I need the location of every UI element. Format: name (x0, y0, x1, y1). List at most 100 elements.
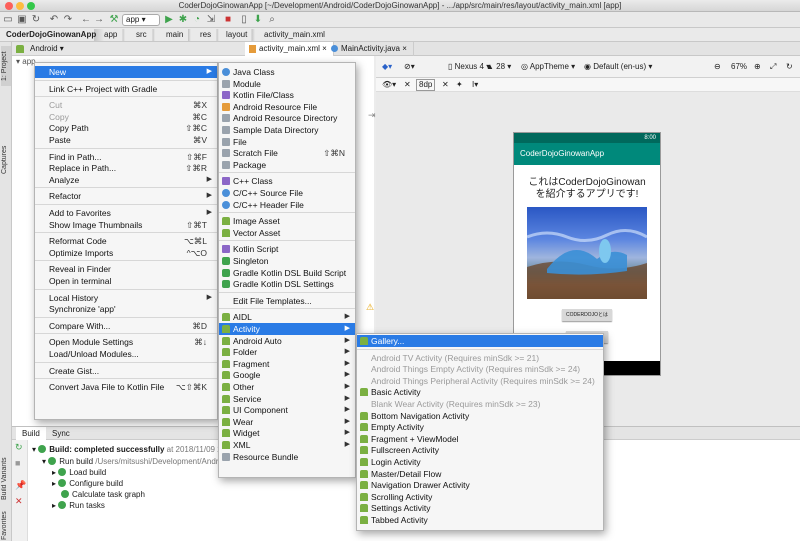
menu-item-show-image-thumbnails[interactable]: Show Image Thumbnails ⇧⌘T (35, 219, 217, 231)
menu-item-paste[interactable]: Paste ⌘V (35, 134, 217, 146)
guidelines-icon[interactable]: I▾ (472, 79, 478, 91)
menu-item-ui-component[interactable]: UI Component ▶ (219, 404, 355, 416)
menu-item-replace-in-path[interactable]: Replace in Path... ⇧⌘R (35, 162, 217, 174)
breadcrumb-item[interactable]: src (132, 29, 155, 41)
menu-item-vector-asset[interactable]: Vector Asset (219, 227, 355, 239)
run-config-select[interactable]: app ▾ (122, 14, 160, 26)
breadcrumb-item[interactable]: activity_main.xml (260, 29, 333, 41)
menu-item-find-in-path[interactable]: Find in Path... ⇧⌘F (35, 151, 217, 163)
pin-icon[interactable]: 📌 (15, 480, 26, 491)
sync-icon[interactable]: ↻ (30, 14, 42, 26)
menu-item-link-c-project-with-gradle[interactable]: Link C++ Project with Gradle (35, 83, 217, 95)
menu-item-sample-data-directory[interactable]: Sample Data Directory (219, 124, 355, 136)
breadcrumb-item[interactable]: CoderDojoGinowanApp (2, 29, 105, 41)
default-margin-select[interactable]: 8dp (416, 79, 436, 91)
device-select[interactable]: ▯ Nexus 4 ▾ (448, 61, 490, 73)
menu-item-analyze[interactable]: Analyze ▶ (35, 174, 217, 186)
menu-item-xml[interactable]: XML ▶ (219, 439, 355, 451)
refresh-icon[interactable]: ↻ (786, 61, 793, 73)
menu-item-settings-activity[interactable]: Settings Activity (357, 502, 603, 514)
menu-item-empty-activity[interactable]: Empty Activity (357, 421, 603, 433)
menu-item-android-resource-file[interactable]: Android Resource File (219, 101, 355, 113)
menu-item-edit-file-templates[interactable]: Edit File Templates... (219, 295, 355, 307)
view-options-icon[interactable]: 👁▾ (382, 79, 396, 91)
redo-icon[interactable]: ↷ (62, 14, 74, 26)
menu-item-open-in-terminal[interactable]: Open in terminal (35, 275, 217, 287)
menu-item-fragment-viewmodel[interactable]: Fragment + ViewModel (357, 433, 603, 445)
menu-item-local-history[interactable]: Local History ▶ (35, 292, 217, 304)
preview-image[interactable] (526, 207, 648, 299)
tab-build[interactable]: Build (16, 427, 46, 440)
build-status-row[interactable]: ▾ Build: completed successfully at 2018/… (32, 444, 226, 455)
save-icon[interactable]: ▣ (16, 14, 28, 26)
breadcrumb-item[interactable]: layout (222, 29, 256, 41)
menu-item-load-unload-modules[interactable]: Load/Unload Modules... (35, 348, 217, 360)
forward-icon[interactable]: → (93, 14, 105, 26)
menu-item-convert-java-file-to-kotlin-file[interactable]: Convert Java File to Kotlin File ⌥⇧⌘K (35, 381, 217, 393)
menu-item-android-resource-directory[interactable]: Android Resource Directory (219, 112, 355, 124)
menu-item-create-gist[interactable]: Create Gist... (35, 365, 217, 377)
menu-item-reveal-in-finder[interactable]: Reveal in Finder (35, 263, 217, 275)
panel-collapse-icon[interactable]: ⇥ (368, 110, 376, 121)
back-icon[interactable]: ← (80, 14, 92, 26)
debug-icon[interactable]: ✱ (177, 14, 189, 26)
menu-item-wear[interactable]: Wear ▶ (219, 416, 355, 428)
project-tool-tab[interactable]: 1: Project (1, 46, 11, 86)
autoconnect-icon[interactable]: ✕ (404, 79, 411, 91)
breadcrumb-item[interactable]: res (196, 29, 220, 41)
menu-item-kotlin-script[interactable]: Kotlin Script (219, 243, 355, 255)
build-variants-tool-tab[interactable]: Build Variants (1, 454, 11, 504)
menu-item-navigation-drawer-activity[interactable]: Navigation Drawer Activity (357, 479, 603, 491)
theme-select[interactable]: ◎ AppTheme ▾ (521, 61, 575, 73)
menu-item-google[interactable]: Google ▶ (219, 369, 355, 381)
menu-item-c-class[interactable]: C++ Class (219, 175, 355, 187)
close-panel-icon[interactable]: ✕ (15, 496, 23, 507)
menu-item-gallery[interactable]: Gallery... (357, 335, 603, 347)
menu-item-resource-bundle[interactable]: Resource Bundle (219, 451, 355, 463)
make-project-icon[interactable]: ⚒ (108, 14, 120, 26)
coderdojo-button[interactable]: CODERDOJOとは (562, 309, 612, 321)
menu-item-bottom-navigation-activity[interactable]: Bottom Navigation Activity (357, 410, 603, 422)
profile-icon[interactable]: ◔ (191, 14, 203, 26)
menu-item-add-to-favorites[interactable]: Add to Favorites ▶ (35, 207, 217, 219)
avd-manager-icon[interactable]: ▯ (238, 14, 250, 26)
tree-root-app[interactable]: ▾ app (16, 57, 36, 66)
orientation-icon[interactable]: ⊘▾ (404, 61, 415, 73)
menu-item-open-module-settings[interactable]: Open Module Settings ⌘↓ (35, 336, 217, 348)
stop-build-icon[interactable]: ■ (15, 458, 20, 468)
build-step-row[interactable]: ▸ Load build (52, 467, 106, 478)
menu-item-login-activity[interactable]: Login Activity (357, 456, 603, 468)
menu-item-package[interactable]: Package (219, 159, 355, 171)
open-folder-icon[interactable]: ▭ (2, 14, 14, 26)
breadcrumb-item[interactable]: app (100, 29, 126, 41)
menu-item-optimize-imports[interactable]: Optimize Imports ^⌥O (35, 247, 217, 259)
undo-icon[interactable]: ↶ (48, 14, 60, 26)
stop-icon[interactable]: ■ (222, 14, 234, 26)
menu-item-aidl[interactable]: AIDL ▶ (219, 311, 355, 323)
menu-item-singleton[interactable]: Singleton (219, 255, 355, 267)
tab-sync[interactable]: Sync (46, 427, 76, 440)
captures-tool-tab[interactable]: Captures (1, 138, 11, 182)
menu-item-copy-path[interactable]: Copy Path ⇧⌘C (35, 122, 217, 134)
menu-item-widget[interactable]: Widget ▶ (219, 427, 355, 439)
layers-icon[interactable]: ◆▾ (382, 61, 392, 73)
warning-icon[interactable]: ⚠ (366, 302, 374, 313)
clear-constraints-icon[interactable]: ✕ (442, 79, 449, 91)
sdk-manager-icon[interactable]: ⬇ (252, 14, 264, 26)
favorites-tool-tab[interactable]: Favorites (1, 511, 11, 540)
zoom-in-icon[interactable]: ⊕ (754, 61, 761, 73)
attach-debugger-icon[interactable]: ⇲ (205, 14, 217, 26)
menu-item-gradle-kotlin-dsl-build-script[interactable]: Gradle Kotlin DSL Build Script (219, 267, 355, 279)
run-build-row[interactable]: ▾ Run build /Users/mitsushi/Development/… (42, 456, 218, 467)
menu-item-java-class[interactable]: Java Class (219, 66, 355, 78)
build-step-row[interactable]: ▸ Configure build (52, 478, 123, 489)
menu-item-service[interactable]: Service ▶ (219, 393, 355, 405)
menu-item-image-asset[interactable]: Image Asset (219, 215, 355, 227)
api-select[interactable]: ▲ 28 ▾ (486, 61, 511, 73)
menu-item-android-auto[interactable]: Android Auto ▶ (219, 335, 355, 347)
menu-item-c-c-header-file[interactable]: C/C++ Header File (219, 199, 355, 211)
search-everywhere-icon[interactable]: ⌕ (266, 14, 278, 26)
menu-item-refactor[interactable]: Refactor ▶ (35, 190, 217, 202)
menu-item-file[interactable]: File (219, 136, 355, 148)
menu-item-other[interactable]: Other ▶ (219, 381, 355, 393)
